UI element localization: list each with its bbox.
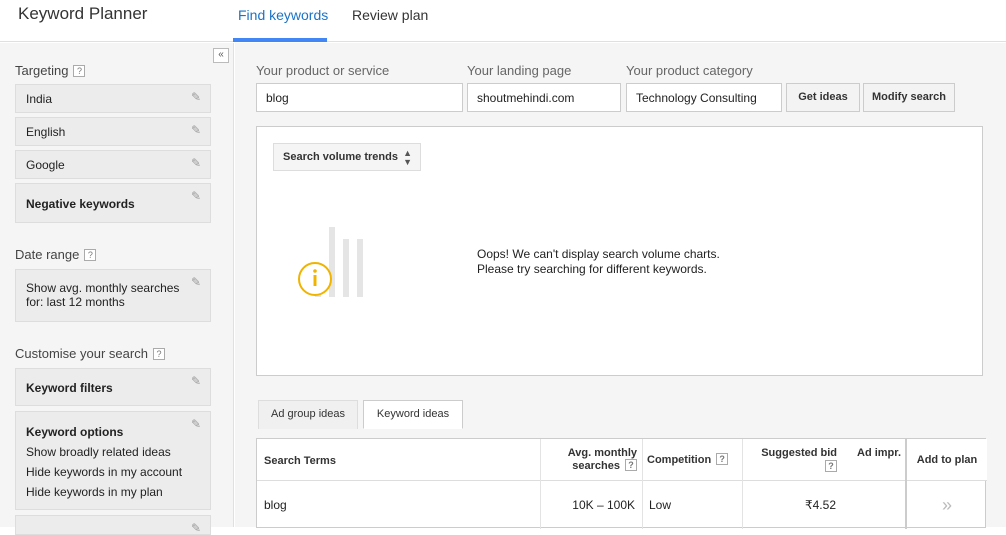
language-value: English xyxy=(26,125,66,139)
pencil-icon[interactable]: ✎ xyxy=(191,157,203,169)
app-title: Keyword Planner xyxy=(18,4,148,23)
bid-header-text: Suggested bid xyxy=(761,447,837,459)
collapse-sidebar-button[interactable]: « xyxy=(213,48,229,63)
col-ad-impr[interactable]: Ad impr. xyxy=(857,447,901,459)
col-suggested-bid[interactable]: Suggested bid ? xyxy=(752,447,837,474)
help-icon[interactable]: ? xyxy=(825,460,837,472)
sort-arrows-icon: ▲ ▼ xyxy=(403,148,412,167)
pencil-icon[interactable]: ✎ xyxy=(191,190,203,202)
keyword-filters[interactable]: Keyword filters ✎ xyxy=(15,368,211,406)
message-line-2: Please try searching for different keywo… xyxy=(477,262,707,276)
select-label: Search volume trends xyxy=(283,151,398,163)
landing-label: Your landing page xyxy=(467,63,572,78)
customise-label: Customise your search? xyxy=(15,346,165,361)
pencil-icon[interactable]: ✎ xyxy=(191,276,203,288)
keyword-options-title: Keyword options xyxy=(26,425,124,439)
product-label: Your product or service xyxy=(256,63,390,78)
col-search-terms[interactable]: Search Terms xyxy=(264,455,336,467)
pencil-icon[interactable]: ✎ xyxy=(191,418,203,430)
main-content: Your product or service Your landing pag… xyxy=(235,43,1006,529)
row-suggested-bid: ₹4.52 xyxy=(805,498,836,512)
column-divider xyxy=(642,439,643,529)
negative-keywords[interactable]: Negative keywords ✎ xyxy=(15,183,211,223)
date-range-box[interactable]: Show avg. monthly searches for: last 12 … xyxy=(15,269,211,322)
search-volume-select[interactable]: Search volume trends ▲ ▼ xyxy=(273,143,421,171)
pencil-icon[interactable]: ✎ xyxy=(191,522,203,534)
pencil-icon[interactable]: ✎ xyxy=(191,124,203,136)
tab-review-plan[interactable]: Review plan xyxy=(352,7,428,42)
info-bar-chart-icon xyxy=(298,227,363,297)
active-tab-indicator xyxy=(233,38,327,42)
message-line-1: Oops! We can't display search volume cha… xyxy=(477,247,720,261)
top-header: Keyword Planner Find keywords Review pla… xyxy=(0,0,1006,42)
modify-search-button[interactable]: Modify search xyxy=(863,83,955,112)
targeting-label-text: Targeting xyxy=(15,63,69,78)
column-divider xyxy=(742,439,743,529)
keyword-option-line: Hide keywords in my plan xyxy=(26,485,163,499)
keyword-option-line: Show broadly related ideas xyxy=(26,445,171,459)
help-icon[interactable]: ? xyxy=(152,348,165,360)
search-volume-panel: Search volume trends ▲ ▼ Oops! We can't d… xyxy=(256,126,983,376)
avg-header-line1: Avg. monthly xyxy=(567,447,637,459)
add-to-plan-arrow-icon[interactable]: » xyxy=(907,481,987,529)
help-icon[interactable]: ? xyxy=(716,453,729,465)
targeting-label: Targeting? xyxy=(15,63,86,78)
network-value: Google xyxy=(26,158,65,172)
tab-find-keywords[interactable]: Find keywords xyxy=(238,7,328,42)
keyword-ideas-table: Search Terms Avg. monthly searches? Comp… xyxy=(256,438,987,529)
pencil-icon[interactable]: ✎ xyxy=(191,375,203,387)
targeting-language[interactable]: English ✎ xyxy=(15,117,211,146)
empty-bar xyxy=(343,239,349,297)
location-value: India xyxy=(26,92,53,106)
col-competition[interactable]: Competition? xyxy=(647,453,729,466)
help-icon[interactable]: ? xyxy=(625,459,637,471)
pencil-icon[interactable]: ✎ xyxy=(191,91,203,103)
customise-label-text: Customise your search xyxy=(15,346,148,361)
bid-help-line: ? xyxy=(752,460,837,474)
help-icon[interactable]: ? xyxy=(73,65,86,77)
date-range-line2: for: last 12 months xyxy=(26,295,125,309)
column-divider xyxy=(540,439,541,529)
category-input[interactable]: Technology Consulting xyxy=(626,83,782,112)
targeting-location[interactable]: India ✎ xyxy=(15,84,211,113)
keyword-option-line: Hide keywords in my account xyxy=(26,465,183,479)
negative-keywords-label: Negative keywords xyxy=(26,197,135,211)
get-ideas-button[interactable]: Get ideas xyxy=(786,83,860,112)
sidebar: « Targeting? India ✎ English ✎ Google ✎ … xyxy=(0,43,234,535)
info-mark xyxy=(313,275,317,286)
date-range-line1: Show avg. monthly searches xyxy=(26,281,180,295)
row-competition: Low xyxy=(649,498,672,512)
row-avg-searches: 10K – 100K xyxy=(572,498,635,512)
keyword-filters-label: Keyword filters xyxy=(26,381,113,395)
landing-page-input[interactable]: shoutmehindi.com xyxy=(467,83,621,112)
avg-header-line2: searches? xyxy=(547,459,637,472)
no-chart-message: Oops! We can't display search volume cha… xyxy=(477,247,720,277)
sidebar-next-box[interactable]: ✎ xyxy=(15,515,211,535)
product-input[interactable]: blog xyxy=(256,83,463,112)
date-range-label-text: Date range xyxy=(15,247,80,262)
targeting-network[interactable]: Google ✎ xyxy=(15,150,211,179)
category-label: Your product category xyxy=(626,63,753,78)
info-dot xyxy=(313,269,317,273)
tab-ad-group-ideas[interactable]: Ad group ideas xyxy=(258,400,358,429)
date-range-label: Date range? xyxy=(15,247,97,262)
keyword-options[interactable]: Keyword options Show broadly related ide… xyxy=(15,411,211,510)
col-add-to-plan: Add to plan xyxy=(905,439,987,481)
tab-keyword-ideas[interactable]: Keyword ideas xyxy=(363,400,463,429)
row-search-term: blog xyxy=(264,498,287,512)
col-avg-monthly-searches[interactable]: Avg. monthly searches? xyxy=(547,447,637,472)
help-icon[interactable]: ? xyxy=(84,249,97,261)
empty-bar xyxy=(357,239,363,297)
